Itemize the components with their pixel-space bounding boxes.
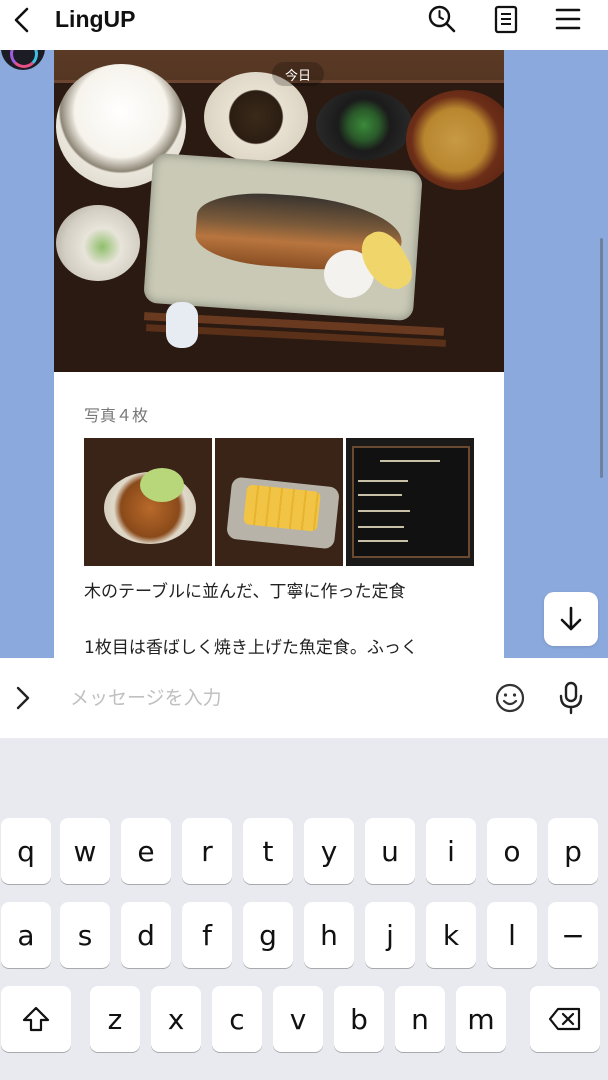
search-button[interactable] — [427, 4, 457, 34]
chopstick-rest — [166, 302, 198, 348]
backspace-icon — [548, 1007, 581, 1031]
date-chip: 今日 — [272, 62, 324, 86]
shift-icon — [22, 1006, 50, 1032]
key-u[interactable]: u — [365, 818, 415, 884]
notes-button[interactable] — [491, 4, 521, 34]
menu-button[interactable] — [553, 4, 583, 34]
microphone-icon — [559, 681, 583, 715]
main-photo[interactable] — [54, 50, 504, 372]
key-g[interactable]: g — [243, 902, 293, 968]
pickles-dish — [56, 205, 140, 281]
photo-thumbnail[interactable] — [84, 438, 212, 566]
photo-count-label: 写真４枚 — [84, 406, 149, 425]
search-icon — [428, 5, 456, 33]
key-l[interactable]: l — [487, 902, 537, 968]
chat-title: LingUP — [55, 6, 136, 32]
chevron-left-icon — [14, 7, 29, 33]
key-t[interactable]: t — [243, 818, 293, 884]
menu-icon — [555, 8, 581, 30]
emoji-icon — [495, 683, 525, 713]
key-j[interactable]: j — [365, 902, 415, 968]
avatar[interactable] — [1, 50, 45, 70]
key-p[interactable]: p — [548, 818, 598, 884]
key-b[interactable]: b — [334, 986, 384, 1052]
chat-area[interactable]: 写真４枚 木のテーブルに並んだ、丁寧に作った定食 1枚目は香ばしく焼き上げた魚定… — [0, 50, 608, 658]
greens-bowl — [316, 90, 412, 160]
shift-key[interactable] — [1, 986, 71, 1052]
key-o[interactable]: o — [487, 818, 537, 884]
note-icon — [494, 5, 518, 34]
photo-thumbnails — [84, 438, 474, 566]
key-s[interactable]: s — [60, 902, 110, 968]
key-e[interactable]: e — [121, 818, 171, 884]
message-input[interactable] — [70, 678, 480, 718]
top-app-bar: LingUP — [0, 0, 608, 50]
message-text: 木のテーブルに並んだ、丁寧に作った定食 1枚目は香ばしく焼き上げた魚定食。ふっく — [84, 582, 418, 658]
key-c[interactable]: c — [212, 986, 262, 1052]
scroll-to-bottom-button[interactable] — [544, 592, 598, 646]
key-z[interactable]: z — [90, 986, 140, 1052]
key-a[interactable]: a — [1, 902, 51, 968]
key-w[interactable]: w — [60, 818, 110, 884]
key-n[interactable]: n — [395, 986, 445, 1052]
key-d[interactable]: d — [121, 902, 171, 968]
key-y[interactable]: y — [304, 818, 354, 884]
keyboard: q w e r t y u i o p a s d f g h j k l − … — [0, 740, 608, 1080]
expand-button[interactable] — [8, 680, 38, 716]
emoji-button[interactable] — [494, 682, 526, 714]
key-x[interactable]: x — [151, 986, 201, 1052]
key-k[interactable]: k — [426, 902, 476, 968]
chevron-right-icon — [16, 686, 30, 710]
key-m[interactable]: m — [456, 986, 506, 1052]
key-i[interactable]: i — [426, 818, 476, 884]
photo-thumbnail[interactable] — [346, 438, 474, 566]
backspace-key[interactable] — [530, 986, 600, 1052]
arrow-down-icon — [560, 606, 582, 631]
voice-input-button[interactable] — [556, 680, 586, 716]
key-v[interactable]: v — [273, 986, 323, 1052]
message-bubble[interactable]: 写真４枚 木のテーブルに並んだ、丁寧に作った定食 1枚目は香ばしく焼き上げた魚定… — [54, 50, 504, 658]
key-h[interactable]: h — [304, 902, 354, 968]
key-f[interactable]: f — [182, 902, 232, 968]
back-button[interactable] — [4, 0, 40, 40]
key-dash[interactable]: − — [548, 902, 598, 968]
key-q[interactable]: q — [1, 818, 51, 884]
scrollbar[interactable] — [600, 238, 603, 478]
key-r[interactable]: r — [182, 818, 232, 884]
photo-thumbnail[interactable] — [215, 438, 343, 566]
